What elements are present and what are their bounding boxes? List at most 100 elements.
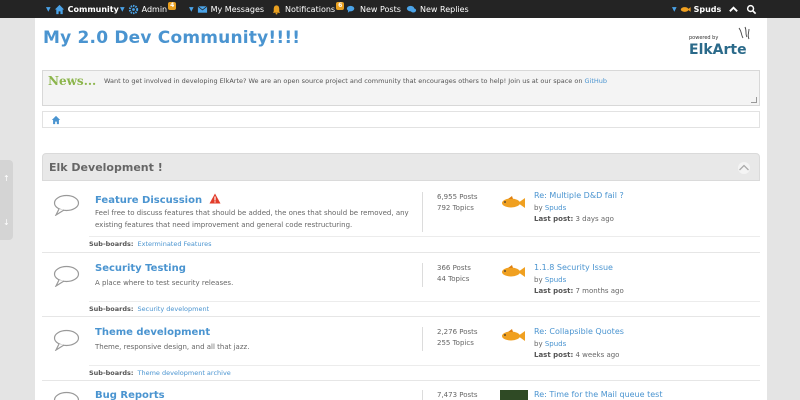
dropdown-caret-icon: ▼ bbox=[46, 5, 51, 13]
board-topics: 255 Topics bbox=[437, 339, 474, 347]
breadcrumb bbox=[42, 111, 760, 128]
news-text: Want to get involved in developing ElkAr… bbox=[104, 77, 607, 85]
menu-messages-label: My Messages bbox=[210, 4, 265, 14]
menu-notifications[interactable]: Notifications 6 bbox=[271, 0, 345, 18]
warning-icon bbox=[209, 193, 221, 204]
board-name[interactable]: Bug Reports bbox=[95, 390, 165, 400]
dropdown-caret-icon: ▼ bbox=[672, 5, 677, 13]
last-post-time-value: 7 months ago bbox=[575, 287, 624, 295]
board-name[interactable]: Feature Discussion bbox=[95, 193, 221, 206]
subboards: Sub-boards: Theme development archive bbox=[89, 365, 760, 378]
board-name-label: Feature Discussion bbox=[95, 195, 203, 206]
board-row: Bug Reports 7,473 Posts Re: Time for the… bbox=[42, 381, 760, 400]
user-avatar[interactable] bbox=[500, 329, 526, 343]
news-box: News... Want to get involved in developi… bbox=[42, 70, 760, 106]
by-label: by bbox=[534, 276, 543, 284]
menu-new-posts[interactable]: New Posts bbox=[346, 0, 401, 18]
last-post-time-value: 3 days ago bbox=[575, 215, 614, 223]
last-post-user[interactable]: Spuds bbox=[545, 340, 566, 348]
search-button[interactable] bbox=[746, 0, 757, 18]
envelope-icon bbox=[197, 5, 207, 13]
menu-admin[interactable]: ▼ Admin 4 bbox=[120, 0, 177, 18]
menu-new-replies[interactable]: New Replies bbox=[406, 0, 469, 18]
collapse-menu-button[interactable] bbox=[728, 0, 739, 18]
menu-community-label: Community bbox=[67, 4, 119, 14]
last-post-user[interactable]: Spuds bbox=[545, 276, 566, 284]
collapse-category-icon[interactable] bbox=[737, 162, 751, 174]
top-menu-bar: ▼ Community ▼ Admin 4 ▼ My Messages Noti… bbox=[0, 0, 800, 18]
gear-icon bbox=[128, 4, 138, 14]
user-avatar[interactable] bbox=[500, 265, 526, 279]
board-posts: 7,473 Posts bbox=[437, 391, 478, 399]
logo-text: ElkArte bbox=[689, 42, 747, 58]
by-label: by bbox=[534, 204, 543, 212]
board-row: Theme development Theme, responsive desi… bbox=[42, 317, 760, 381]
home-icon bbox=[54, 4, 64, 14]
category-header: Elk Development ! bbox=[42, 153, 760, 181]
board-name[interactable]: Security Testing bbox=[95, 263, 186, 274]
menu-messages[interactable]: ▼ My Messages bbox=[189, 0, 264, 18]
menu-user[interactable]: ▼ Spuds bbox=[672, 0, 721, 18]
elkarte-logo[interactable]: powered by ElkArte bbox=[687, 26, 759, 60]
board-bubble-icon bbox=[53, 391, 80, 400]
last-post-topic[interactable]: Re: Time for the Mail queue test bbox=[534, 390, 662, 399]
github-link[interactable]: GitHub bbox=[585, 77, 608, 85]
arrow-up-icon: ↑ bbox=[3, 174, 10, 183]
main-content: My 2.0 Dev Community!!!! powered by ElkA… bbox=[35, 18, 767, 400]
board-row: Feature Discussion Feel free to discuss … bbox=[42, 181, 760, 253]
board-stats: 6,955 Posts 792 Topics bbox=[422, 192, 478, 232]
menu-new-replies-label: New Replies bbox=[420, 4, 469, 14]
site-title[interactable]: My 2.0 Dev Community!!!! bbox=[43, 28, 300, 48]
menu-new-posts-label: New Posts bbox=[360, 4, 401, 14]
last-post-time: Last post: 7 months ago bbox=[534, 287, 624, 295]
bell-icon bbox=[272, 4, 281, 15]
subboard-link[interactable]: Theme development archive bbox=[138, 369, 231, 377]
board-stats: 2,276 Posts 255 Topics bbox=[422, 327, 478, 351]
subboards-label: Sub-boards: bbox=[89, 240, 134, 248]
home-icon[interactable] bbox=[51, 115, 61, 125]
last-post-time-value: 4 weeks ago bbox=[575, 351, 620, 359]
board-description: Feel free to discuss features that shoul… bbox=[95, 209, 409, 229]
dropdown-caret-icon: ▼ bbox=[189, 5, 194, 13]
logo-powered-by: powered by bbox=[689, 35, 718, 41]
subboards-label: Sub-boards: bbox=[89, 305, 134, 313]
user-avatar[interactable] bbox=[500, 196, 526, 210]
board-topics: 44 Topics bbox=[437, 275, 470, 283]
arrow-down-icon: ↓ bbox=[3, 218, 10, 227]
resize-handle[interactable] bbox=[751, 97, 757, 103]
subboards: Sub-boards: Security development bbox=[89, 301, 760, 314]
user-avatar[interactable] bbox=[500, 390, 528, 400]
menu-community[interactable]: ▼ Community bbox=[46, 0, 119, 18]
avatar-fish-icon bbox=[680, 6, 691, 12]
news-body: Want to get involved in developing ElkAr… bbox=[104, 77, 585, 85]
last-post-by: by Spuds bbox=[534, 340, 566, 348]
last-post-user[interactable]: Spuds bbox=[545, 204, 566, 212]
menu-user-label: Spuds bbox=[693, 4, 722, 14]
subboards-label: Sub-boards: bbox=[89, 369, 134, 377]
last-post-topic[interactable]: 1.1.8 Security Issue bbox=[534, 263, 613, 272]
chat-bubbles-icon bbox=[406, 5, 417, 13]
board-description: A place where to test security releases. bbox=[95, 279, 234, 287]
board-posts: 6,955 Posts bbox=[437, 193, 478, 201]
admin-badge: 4 bbox=[168, 2, 177, 10]
subboard-link[interactable]: Security development bbox=[138, 305, 210, 313]
board-bubble-icon bbox=[53, 329, 80, 351]
board-bubble-icon bbox=[53, 265, 80, 287]
last-post-topic[interactable]: Re: Collapsible Quotes bbox=[534, 327, 624, 336]
chevron-up-icon bbox=[729, 5, 738, 12]
menu-notifications-label: Notifications bbox=[285, 4, 336, 14]
subboard-link[interactable]: Exterminated Features bbox=[138, 240, 212, 248]
last-post-label: Last post: bbox=[534, 351, 574, 359]
last-post-time: Last post: 3 days ago bbox=[534, 215, 614, 223]
last-post-topic[interactable]: Re: Multiple D&D fail ? bbox=[534, 191, 624, 200]
side-scroll-tab[interactable]: ↑ ↓ bbox=[0, 160, 13, 240]
category-title[interactable]: Elk Development ! bbox=[49, 161, 163, 174]
board-name[interactable]: Theme development bbox=[95, 327, 210, 338]
last-post-label: Last post: bbox=[534, 215, 574, 223]
dropdown-caret-icon: ▼ bbox=[120, 5, 125, 13]
board-topics: 792 Topics bbox=[437, 204, 474, 212]
board-stats: 366 Posts 44 Topics bbox=[422, 263, 471, 287]
search-icon bbox=[746, 4, 757, 14]
by-label: by bbox=[534, 340, 543, 348]
board-stats: 7,473 Posts bbox=[422, 390, 478, 400]
